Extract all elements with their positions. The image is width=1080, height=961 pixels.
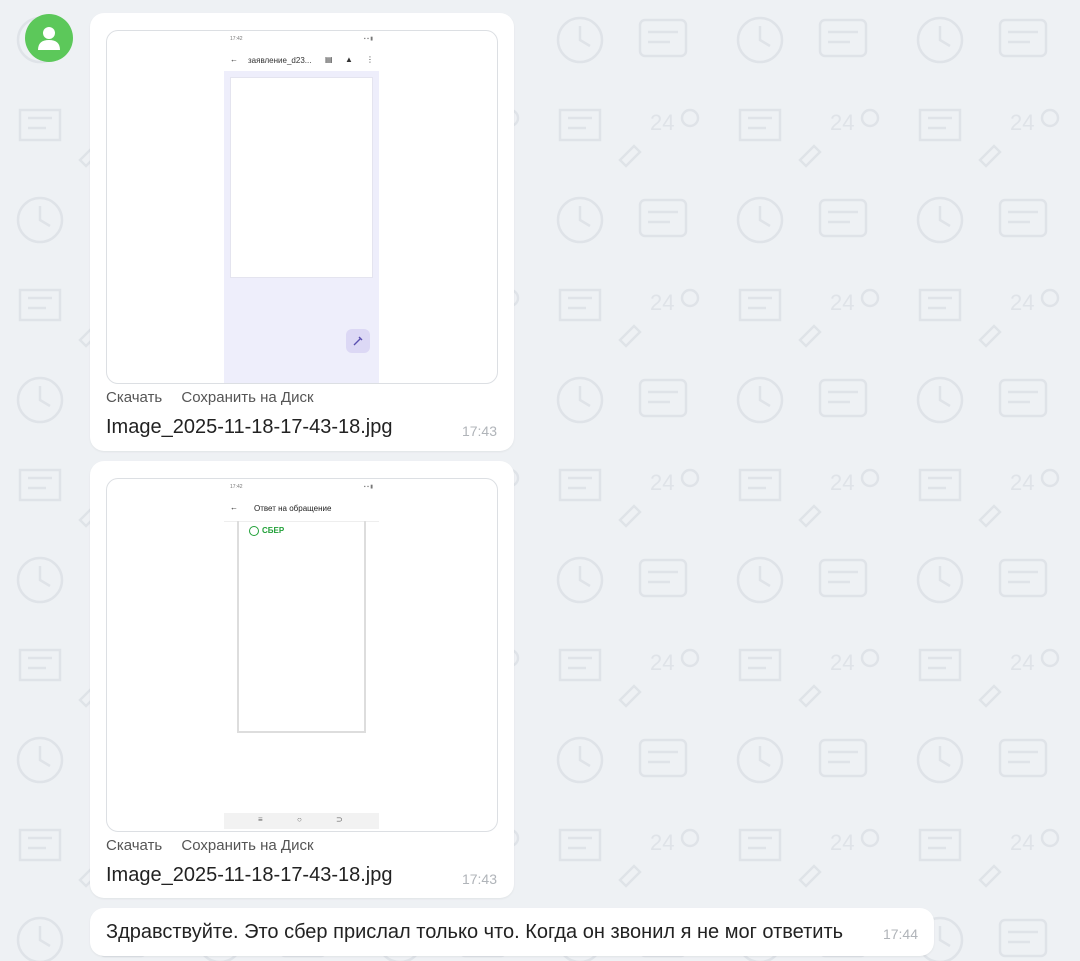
image-message-1: 17:42 ▪ ▪ ▮ ← заявление_d23... ▤ ▲ ⋮ Ска… xyxy=(90,13,514,451)
download-link[interactable]: Скачать xyxy=(106,837,162,854)
brand-name: СБЕР xyxy=(262,526,285,535)
file-actions-2: Скачать Сохранить на Диск xyxy=(106,837,329,854)
message-time: 17:44 xyxy=(882,926,918,942)
image-message-2: 17:42 ▪ ▪ ▮ ← Ответ на обращение СБЕР ≡ … xyxy=(90,461,514,898)
status-time: 17:42 xyxy=(230,484,243,490)
phone-app-bar: ← Ответ на обращение xyxy=(224,499,379,522)
phone-app-bar: ← заявление_d23... ▤ ▲ ⋮ xyxy=(224,51,379,73)
drive-icon: ▲ xyxy=(345,55,353,64)
status-bar: 17:42 ▪ ▪ ▮ xyxy=(230,36,373,42)
phone-screenshot-1: 17:42 ▪ ▪ ▮ ← заявление_d23... ▤ ▲ ⋮ xyxy=(224,31,379,383)
status-bar: 17:42 ▪ ▪ ▮ xyxy=(230,484,373,490)
document-title: заявление_d23... xyxy=(248,56,312,65)
sber-logo-icon xyxy=(249,526,259,536)
menu-icon: ≡ xyxy=(258,815,263,824)
back-arrow-icon: ← xyxy=(230,503,238,512)
doc-icon: ▤ xyxy=(325,55,333,64)
letter-page: СБЕР xyxy=(237,521,366,733)
file-actions-1: Скачать Сохранить на Диск xyxy=(106,389,329,406)
phone-nav-bar: ≡ ○ ⊃ xyxy=(224,813,379,829)
phone-screenshot-2: 17:42 ▪ ▪ ▮ ← Ответ на обращение СБЕР ≡ … xyxy=(224,479,379,831)
user-icon xyxy=(38,27,60,50)
message-text: Здравствуйте. Это сбер прислал только чт… xyxy=(106,921,844,943)
edit-fab xyxy=(346,329,370,353)
status-time: 17:42 xyxy=(230,36,243,42)
screen-title: Ответ на обращение xyxy=(254,504,332,513)
message-time: 17:43 xyxy=(461,871,497,887)
download-link[interactable]: Скачать xyxy=(106,389,162,406)
more-vert-icon: ⋮ xyxy=(366,55,374,64)
back-icon: ⊃ xyxy=(336,815,343,824)
image-preview-1[interactable]: 17:42 ▪ ▪ ▮ ← заявление_d23... ▤ ▲ ⋮ xyxy=(106,30,498,384)
save-to-disk-link[interactable]: Сохранить на Диск xyxy=(181,389,313,406)
save-to-disk-link[interactable]: Сохранить на Диск xyxy=(181,837,313,854)
edit-sparkle-icon xyxy=(353,336,363,346)
home-icon: ○ xyxy=(297,815,302,824)
file-name[interactable]: Image_2025-11-18-17-43-18.jpg xyxy=(106,864,393,887)
file-name[interactable]: Image_2025-11-18-17-43-18.jpg xyxy=(106,416,393,439)
status-icons: ▪ ▪ ▮ xyxy=(363,36,373,42)
sender-avatar[interactable] xyxy=(25,14,73,62)
message-time: 17:43 xyxy=(461,423,497,439)
status-icons: ▪ ▪ ▮ xyxy=(363,484,373,490)
document-page xyxy=(230,77,373,278)
text-message: Здравствуйте. Это сбер прислал только чт… xyxy=(90,908,934,956)
back-arrow-icon: ← xyxy=(230,55,238,64)
image-preview-2[interactable]: 17:42 ▪ ▪ ▮ ← Ответ на обращение СБЕР ≡ … xyxy=(106,478,498,832)
